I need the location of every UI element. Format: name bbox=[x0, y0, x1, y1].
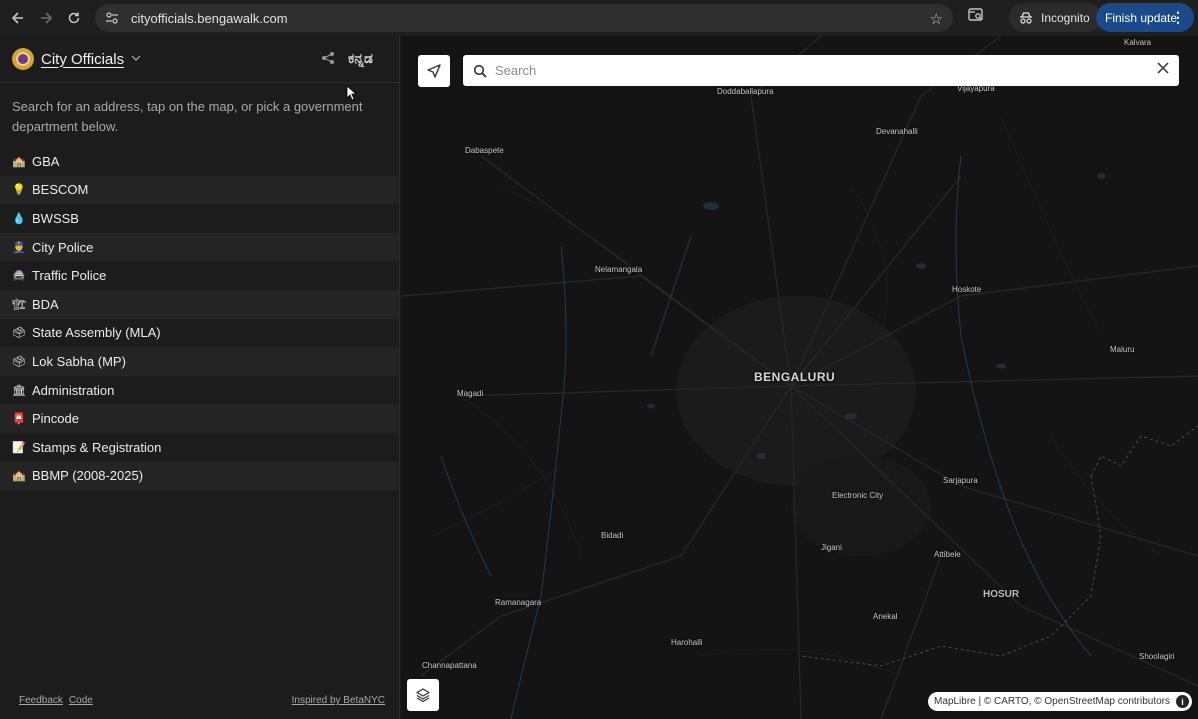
map-label-maluru: Maluru bbox=[1110, 345, 1135, 354]
department-label: Administration bbox=[32, 382, 115, 398]
map-label-bidadi: Bidadi bbox=[601, 531, 624, 540]
bookmark-star-icon[interactable]: ☆ bbox=[930, 10, 943, 28]
clear-search-icon[interactable] bbox=[1157, 62, 1169, 78]
locate-me-button[interactable] bbox=[418, 55, 450, 87]
browser-toolbar: cityofficials.bengawalk.com ☆ Incognito … bbox=[0, 0, 1198, 36]
search-icon bbox=[473, 64, 487, 78]
building-icon: 🏫 bbox=[12, 155, 26, 168]
map-label-devanahalli: Devanahalli bbox=[876, 127, 918, 136]
finish-update-button[interactable]: Finish update ⋮ bbox=[1096, 3, 1194, 32]
map-label-kalvara: Kalvara bbox=[1124, 38, 1152, 47]
department-label: Pincode bbox=[32, 411, 79, 427]
attribution-text: MapLibre | © CARTO, © OpenStreetMap cont… bbox=[934, 696, 1170, 707]
layers-icon bbox=[416, 688, 430, 703]
construction-icon: 🏗 bbox=[12, 298, 26, 311]
building-icon: 🏫 bbox=[12, 470, 26, 483]
water-drop-icon: 💧 bbox=[12, 212, 26, 225]
map-label-magadi: Magadi bbox=[457, 389, 484, 398]
incognito-icon bbox=[1020, 11, 1032, 24]
forward-icon[interactable] bbox=[34, 6, 58, 30]
map-canvas[interactable]: Kalvara Doddaballapura Vijayapura Devana… bbox=[401, 36, 1198, 719]
city-seal-logo bbox=[12, 48, 34, 70]
map-label-bengaluru: BENGALURU bbox=[754, 370, 836, 384]
address-bar[interactable]: cityofficials.bengawalk.com ☆ bbox=[95, 4, 953, 32]
department-item-bwssb[interactable]: 💧 BWSSB bbox=[0, 204, 399, 233]
share-icon[interactable] bbox=[321, 51, 335, 70]
back-icon[interactable] bbox=[6, 6, 30, 30]
map-label-hoskote: Hoskote bbox=[952, 285, 982, 294]
map-label-channapattana: Channapattana bbox=[422, 661, 477, 670]
department-label: Lok Sabha (MP) bbox=[32, 353, 126, 369]
department-item-lok-sabha[interactable]: 🗳 Lok Sabha (MP) bbox=[0, 347, 399, 376]
department-label: BWSSB bbox=[32, 210, 79, 226]
memo-icon: 📝 bbox=[12, 441, 26, 454]
bulb-icon: 💡 bbox=[12, 184, 26, 197]
map-label-shoolagiri: Shoolagiri bbox=[1139, 652, 1175, 661]
department-label: State Assembly (MLA) bbox=[32, 325, 161, 341]
map-label-harohalli: Harohalli bbox=[671, 638, 703, 647]
department-list: 🏫 GBA 💡 BESCOM 💧 BWSSB 👮 City Police 🚔 Traffi… bbox=[0, 147, 399, 491]
department-item-bbmp[interactable]: 🏫 BBMP (2008-2025) bbox=[0, 461, 399, 491]
map-label-doddaballapura: Doddaballapura bbox=[717, 87, 774, 96]
department-label: Traffic Police bbox=[32, 268, 107, 284]
map-search-box[interactable] bbox=[463, 55, 1179, 86]
department-label: Stamps & Registration bbox=[32, 439, 162, 455]
sidebar: City Officials ಕನ್ನಡ Search for an addre… bbox=[0, 36, 400, 719]
incognito-badge[interactable]: Incognito bbox=[1009, 3, 1102, 32]
police-car-icon: 🚔 bbox=[12, 270, 26, 283]
police-officer-icon: 👮 bbox=[12, 241, 26, 254]
department-label: GBA bbox=[32, 153, 60, 169]
department-label: BDA bbox=[32, 296, 59, 312]
ballot-box-icon: 🗳 bbox=[12, 327, 26, 340]
more-menu-icon[interactable]: ⋮ bbox=[1171, 9, 1185, 26]
feedback-link[interactable]: Feedback bbox=[19, 695, 63, 706]
government-building-icon: 🏛 bbox=[12, 384, 26, 397]
department-label: City Police bbox=[32, 239, 94, 255]
navigation-arrow-icon bbox=[427, 64, 441, 78]
department-item-bescom[interactable]: 💡 BESCOM bbox=[0, 175, 399, 205]
map-label-jigani: Jigani bbox=[821, 543, 842, 552]
department-label: BESCOM bbox=[32, 182, 89, 198]
app-title[interactable]: City Officials bbox=[41, 51, 124, 68]
department-item-administration[interactable]: 🏛 Administration bbox=[0, 376, 399, 405]
language-toggle[interactable]: ಕನ್ನಡ bbox=[348, 50, 373, 67]
reload-icon[interactable] bbox=[62, 6, 86, 30]
chevron-down-icon[interactable] bbox=[131, 53, 141, 65]
department-item-state-assembly[interactable]: 🗳 State Assembly (MLA) bbox=[0, 319, 399, 348]
inspired-by-link[interactable]: Inspired by BetaNYC bbox=[292, 695, 385, 706]
department-item-gba[interactable]: 🏫 GBA bbox=[0, 147, 399, 176]
incognito-label: Incognito bbox=[1041, 10, 1090, 25]
map-label-nelamangala: Nelamangala bbox=[595, 265, 643, 274]
intro-text: Search for an address, tap on the map, o… bbox=[12, 99, 363, 134]
postbox-icon: 📮 bbox=[12, 413, 26, 426]
layers-button[interactable] bbox=[407, 679, 439, 711]
search-input[interactable] bbox=[495, 63, 1135, 78]
department-item-pincode[interactable]: 📮 Pincode bbox=[0, 404, 399, 433]
department-item-city-police[interactable]: 👮 City Police bbox=[0, 232, 399, 262]
url-text: cityofficials.bengawalk.com bbox=[131, 10, 288, 26]
map-label-hosur: HOSUR bbox=[983, 589, 1020, 600]
department-item-traffic-police[interactable]: 🚔 Traffic Police bbox=[0, 261, 399, 290]
footer-links: Feedback Code bbox=[19, 695, 99, 706]
info-icon[interactable]: i bbox=[1176, 695, 1189, 708]
map-label-anekal: Anekal bbox=[873, 612, 898, 621]
department-label: BBMP (2008-2025) bbox=[32, 468, 144, 484]
finish-update-label: Finish update bbox=[1105, 10, 1178, 25]
code-link[interactable]: Code bbox=[69, 695, 93, 706]
map-label-dabaspete: Dabaspete bbox=[465, 146, 504, 155]
department-item-stamps-registration[interactable]: 📝 Stamps & Registration bbox=[0, 433, 399, 462]
department-item-bda[interactable]: 🏗 BDA bbox=[0, 289, 399, 319]
mouse-cursor-icon bbox=[346, 85, 356, 101]
tab-search-icon[interactable] bbox=[967, 6, 989, 28]
map-label-electronic-city: Electronic City bbox=[832, 491, 884, 500]
ballot-box-icon: 🗳 bbox=[12, 355, 26, 368]
sidebar-header: City Officials ಕನ್ನಡ bbox=[0, 36, 399, 83]
map-attribution: MapLibre | © CARTO, © OpenStreetMap cont… bbox=[928, 692, 1192, 711]
site-settings-icon[interactable] bbox=[105, 10, 121, 26]
map-label-attibele: Attibele bbox=[934, 550, 961, 559]
map-label-ramanagara: Ramanagara bbox=[495, 598, 542, 607]
map-label-sarjapura: Sarjapura bbox=[943, 476, 978, 485]
